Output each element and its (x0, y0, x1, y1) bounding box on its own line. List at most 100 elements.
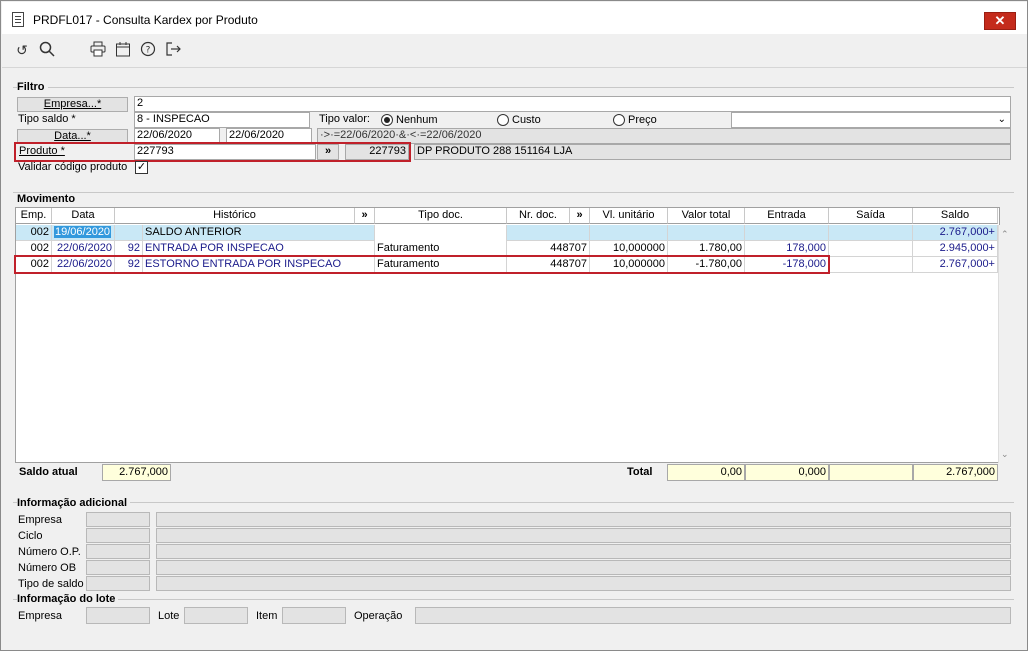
info-op-code (86, 544, 150, 559)
cell-valor-total (668, 225, 745, 241)
scroll-down-icon[interactable]: ⌄ (1001, 449, 1009, 460)
tipo-valor-label: Tipo valor: (319, 113, 370, 125)
info-tipo-saldo-label: Tipo de saldo (18, 578, 84, 590)
col-header-nr-doc-expand[interactable]: » (570, 208, 590, 224)
tipo-saldo-label: Tipo saldo * (18, 113, 76, 125)
calendar-icon[interactable] (114, 41, 132, 59)
col-header-historico-expand[interactable]: » (355, 208, 375, 224)
info-ciclo-desc (156, 528, 1011, 543)
window-title: PRDFL017 - Consulta Kardex por Produto (33, 13, 258, 27)
movimento-groupline (13, 192, 1014, 193)
movimento-grid: Emp. Data Histórico » Tipo doc. Nr. doc.… (15, 207, 1012, 463)
col-header-valor-total[interactable]: Valor total (668, 208, 745, 224)
info-lote-label: Informação do lote (17, 593, 119, 605)
cell-hist-num (115, 225, 143, 241)
cell-emp: 002 (16, 225, 52, 241)
cell-vl-unitario (590, 225, 668, 241)
help-icon[interactable]: ? (139, 41, 157, 59)
lote-item-field (282, 607, 346, 624)
undo-icon[interactable]: ↺ (13, 41, 31, 59)
col-header-saida[interactable]: Saída (829, 208, 913, 224)
info-empresa-desc (156, 512, 1011, 527)
cell-saida (829, 257, 913, 273)
col-header-tipo-doc[interactable]: Tipo doc. (375, 208, 507, 224)
total-saldo-field: 2.767,000 (913, 464, 998, 481)
info-adicional-label: Informação adicional (17, 497, 131, 509)
radio-custo[interactable] (497, 114, 509, 126)
print-icon[interactable] (89, 41, 107, 59)
close-button[interactable]: ✕ (984, 12, 1016, 30)
validar-label: Validar código produto (18, 161, 128, 173)
cell-historico: SALDO ANTERIOR (143, 225, 375, 241)
col-header-saldo[interactable]: Saldo (913, 208, 998, 224)
info-op-label: Número O.P. (18, 546, 81, 558)
main-window: PRDFL017 - Consulta Kardex por Produto ✕… (0, 0, 1028, 651)
data-expression: ·>·=22/06/2020·&·<·=22/06/2020 (317, 128, 1011, 144)
filtro-groupline (13, 87, 1014, 88)
cell-saldo: 2.767,000+ (913, 257, 998, 273)
movimento-label: Movimento (17, 193, 79, 205)
info-ciclo-label: Ciclo (18, 530, 43, 542)
col-header-historico[interactable]: Histórico (115, 208, 355, 224)
info-empresa-code (86, 512, 150, 527)
radio-nenhum[interactable] (381, 114, 393, 126)
cell-saldo: 2.767,000+ (913, 225, 998, 241)
col-header-data[interactable]: Data (52, 208, 115, 224)
info-tipo-saldo-code (86, 576, 150, 591)
row-highlight-box (14, 255, 830, 274)
total-label: Total (627, 466, 653, 478)
radio-custo-label: Custo (512, 114, 541, 126)
scroll-up-icon[interactable]: ⌃ (1001, 229, 1009, 240)
cell-entrada (745, 225, 829, 241)
info-ob-code (86, 560, 150, 575)
col-header-nr-doc[interactable]: Nr. doc. (507, 208, 570, 224)
info-op-desc (156, 544, 1011, 559)
total-valor-field: 0,00 (667, 464, 745, 481)
produto-highlight-box (14, 142, 411, 162)
tipo-saldo-select[interactable]: 8 - INSPECAO (134, 112, 310, 128)
saldo-atual-label: Saldo atual (19, 466, 78, 478)
chevron-down-icon: ⌄ (997, 114, 1006, 125)
toolbar-separator (2, 67, 1027, 68)
radio-preco[interactable] (613, 114, 625, 126)
lote-lote-label: Lote (158, 610, 180, 622)
tipo-valor-combo[interactable]: ⌄ (731, 112, 1011, 128)
grid-scrollbar[interactable]: ⌃ ⌄ (998, 225, 1012, 463)
info-ob-label: Número OB (18, 562, 77, 574)
lote-empresa-label: Empresa (18, 610, 63, 622)
info-empresa-label: Empresa (18, 514, 63, 526)
empresa-field[interactable]: 2 (134, 96, 1011, 112)
col-header-entrada[interactable]: Entrada (745, 208, 829, 224)
col-header-emp[interactable]: Emp. (16, 208, 52, 224)
validar-checkbox[interactable]: ✓ (135, 161, 148, 174)
radio-preco-label: Preço (628, 114, 657, 126)
cell-tipo-doc (375, 225, 507, 241)
radio-nenhum-label: Nenhum (396, 114, 438, 126)
cell-data-value: 19/06/2020 (54, 226, 112, 238)
produto-description: DP PRODUTO 288 151164 LJA (414, 144, 1011, 160)
lote-item-label: Item (256, 610, 278, 622)
exit-icon[interactable] (164, 41, 182, 59)
cell-saida (829, 241, 913, 257)
cell-nr-doc (507, 225, 590, 241)
table-row[interactable]: 002 19/06/2020 SALDO ANTERIOR 2.767,000+ (16, 225, 998, 241)
svg-text:?: ? (146, 46, 151, 56)
info-ciclo-code (86, 528, 150, 543)
empresa-button[interactable]: Empresa...* (17, 97, 128, 112)
filtro-label: Filtro (17, 81, 48, 93)
col-header-vl-unitario[interactable]: Vl. unitário (590, 208, 668, 224)
info-ob-desc (156, 560, 1011, 575)
lote-operacao-field (415, 607, 1011, 624)
app-icon (12, 12, 24, 27)
lote-empresa-field (86, 607, 150, 624)
tipo-saldo-value: 8 - INSPECAO (137, 113, 210, 125)
search-icon[interactable] (38, 41, 56, 59)
cell-saldo: 2.945,000+ (913, 241, 998, 257)
total-entrada-field: 0,000 (745, 464, 829, 481)
total-saida-field (829, 464, 913, 481)
lote-lote-field (184, 607, 248, 624)
lote-operacao-label: Operação (354, 610, 403, 622)
info-lote-groupline (13, 599, 1014, 600)
cell-data: 19/06/2020 (52, 225, 115, 241)
info-tipo-saldo-desc (156, 576, 1011, 591)
